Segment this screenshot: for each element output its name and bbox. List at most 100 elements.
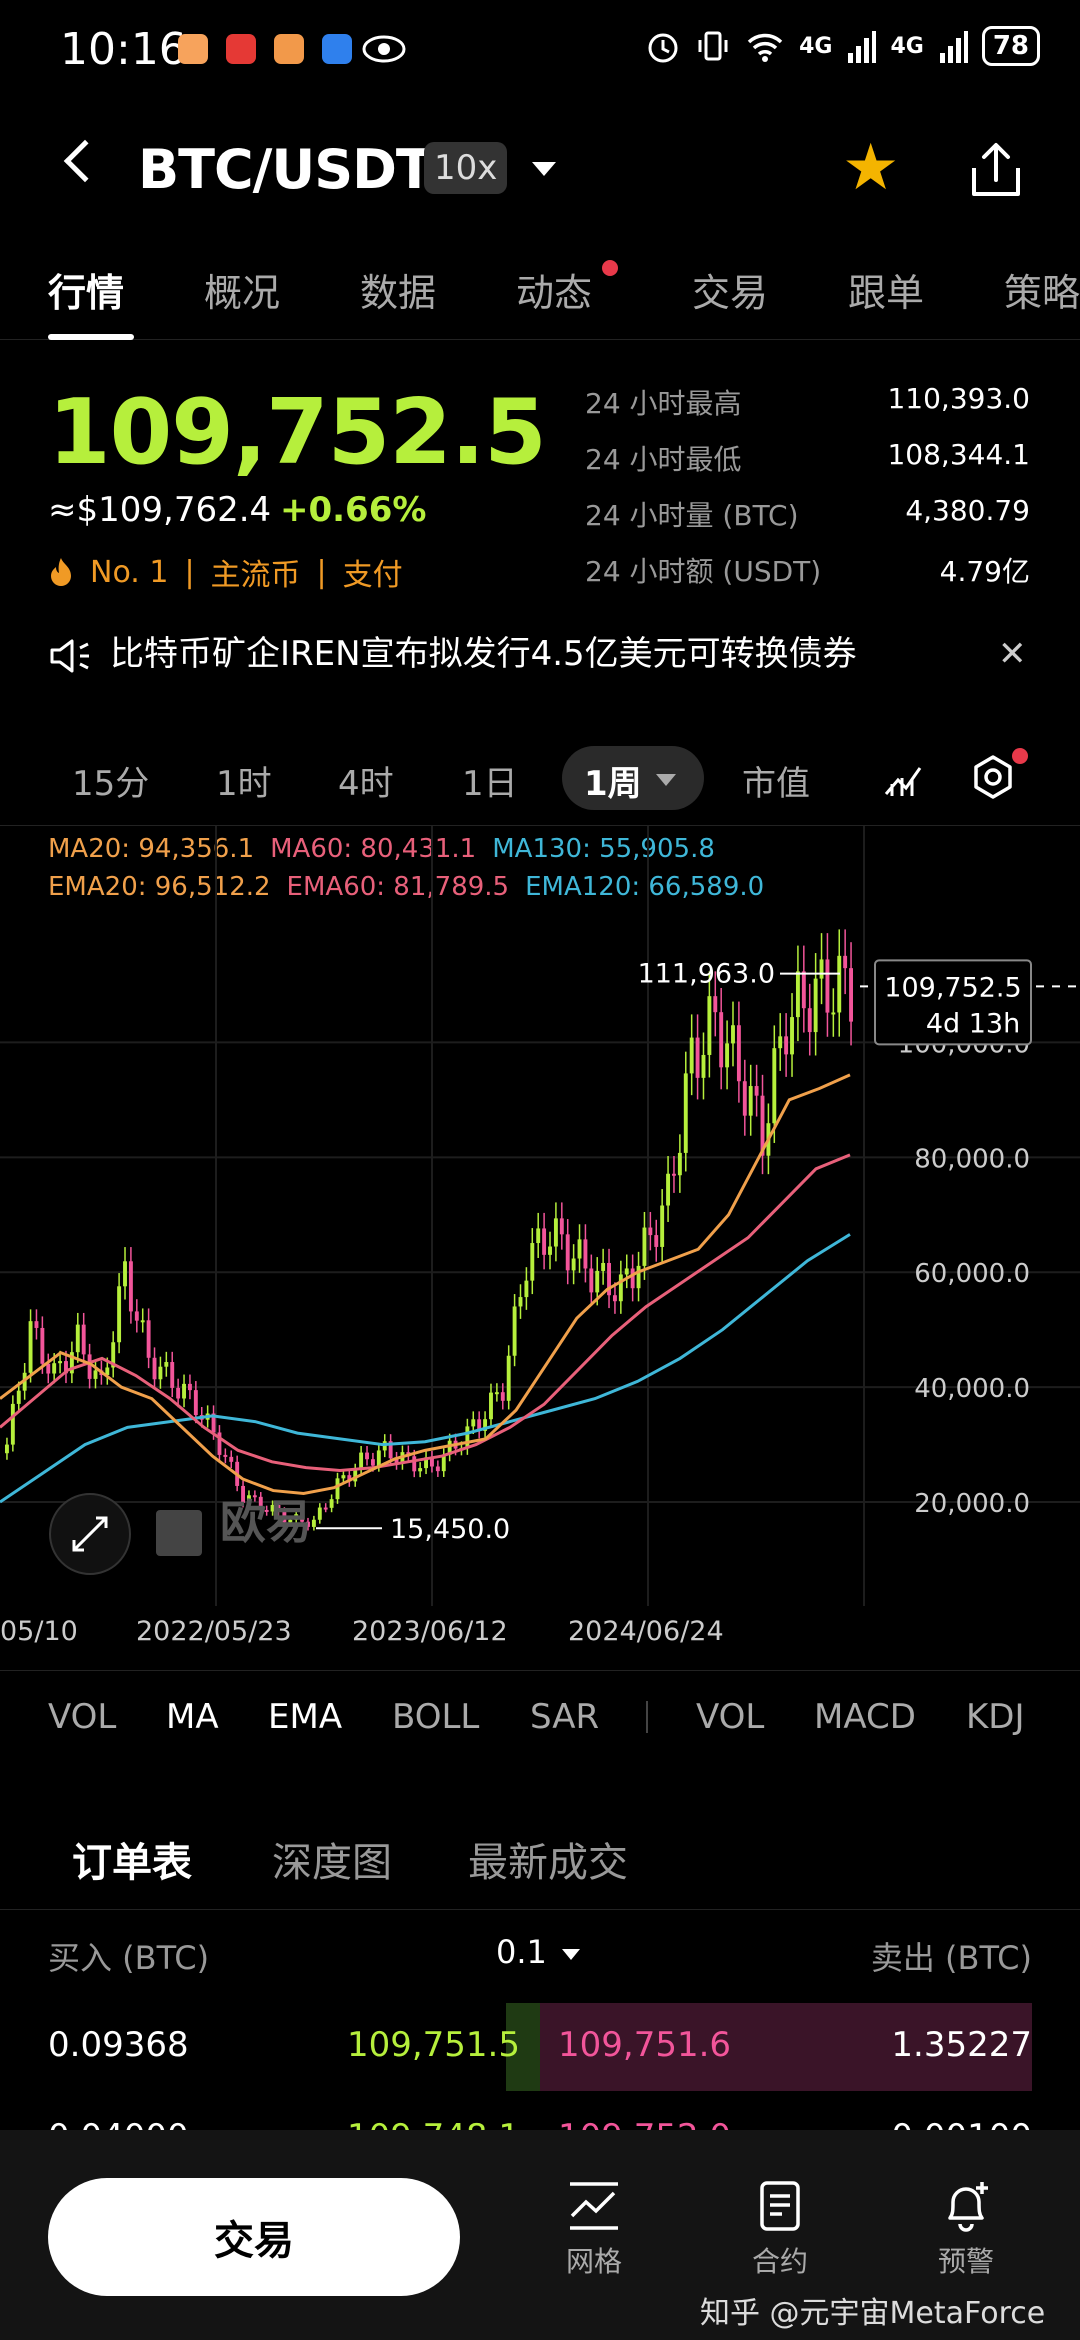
fire-icon — [51, 558, 71, 586]
candle-body — [595, 1270, 600, 1293]
candle-body — [412, 1456, 417, 1472]
indicator-sar[interactable]: SAR — [530, 1697, 599, 1737]
settings-icon[interactable] — [970, 754, 1016, 800]
indicator-vol[interactable]: VOL — [48, 1697, 116, 1737]
orderbook-header: 买入 (BTC) 0.1 卖出 (BTC) — [0, 1925, 1080, 1985]
chevron-down-icon[interactable] — [562, 1949, 580, 1960]
kline-chart[interactable]: MA20: 94,356.1 MA60: 80,431.1 MA130: 55,… — [0, 825, 1080, 1675]
y-tick-label: 80,000.0 — [914, 1144, 1030, 1174]
alert-button[interactable]: 预警 — [906, 2180, 1026, 2280]
tab-overview[interactable]: 概况 — [204, 262, 280, 317]
close-icon[interactable]: ✕ — [998, 634, 1027, 674]
candle-body — [654, 1235, 659, 1247]
back-icon[interactable] — [63, 139, 107, 183]
category-tag[interactable]: 支付 — [343, 550, 403, 594]
news-banner[interactable]: 比特币矿企IREN宣布拟发行4.5亿美元可转换债券 ✕ — [0, 610, 1080, 700]
stat-label: 24 小时量 (BTC) — [585, 499, 799, 532]
indicator-kdj[interactable]: KDJ — [966, 1697, 1025, 1737]
tab-copy[interactable]: 跟单 — [848, 262, 924, 317]
stat-value: 108,344.1 — [887, 438, 1030, 471]
wifi-icon — [747, 33, 783, 62]
candle-body — [81, 1324, 86, 1355]
chart-canvas[interactable]: 20,000.040,000.060,000.080,000.0100,000.… — [0, 826, 1080, 1606]
candle-body — [553, 1218, 558, 1247]
candle-body — [748, 1086, 753, 1116]
indicator-boll[interactable]: BOLL — [392, 1697, 479, 1737]
candle-body — [707, 996, 712, 1055]
ask-price[interactable]: 109,751.6 — [558, 2025, 731, 2065]
tab-depth[interactable]: 深度图 — [272, 1830, 392, 1888]
timeframe-1w[interactable]: 1周 — [584, 756, 642, 805]
tab-data[interactable]: 数据 — [360, 262, 436, 317]
candle-body — [223, 1454, 228, 1457]
grid-button[interactable]: 网格 — [534, 2180, 654, 2280]
chevron-down-icon[interactable] — [532, 162, 556, 176]
indicator-selector: VOL MA EMA BOLL SAR VOL MACD KDJ — [0, 1670, 1080, 1760]
candle-body — [40, 1327, 45, 1364]
timeframe-1h[interactable]: 1时 — [216, 756, 272, 805]
indicator-ma[interactable]: MA — [166, 1697, 219, 1737]
candle-body — [784, 1036, 789, 1055]
category-tag[interactable]: 主流币 — [211, 550, 301, 594]
battery-indicator: 78 — [981, 26, 1040, 66]
candle-body — [34, 1321, 39, 1328]
stat-row: 24 小时最高 110,393.0 — [585, 382, 1030, 438]
pair-title[interactable]: BTC/USDT — [138, 138, 433, 201]
share-icon[interactable] — [968, 140, 1024, 200]
timeframe-4h[interactable]: 4时 — [338, 756, 394, 805]
candle-body — [754, 1086, 759, 1096]
timeframe-15m[interactable]: 15分 — [72, 756, 149, 805]
candle-body — [618, 1274, 623, 1302]
grid-label: 网格 — [565, 2245, 622, 2278]
y-tick-label: 20,000.0 — [914, 1489, 1030, 1519]
candle-body — [46, 1363, 51, 1374]
bid-price[interactable]: 109,751.5 — [347, 2025, 520, 2065]
candle-body — [630, 1268, 635, 1289]
candle-body — [719, 1012, 724, 1068]
tab-trade[interactable]: 交易 — [692, 262, 768, 317]
stat-label: 24 小时最高 — [585, 387, 742, 420]
candle-body — [660, 1205, 665, 1247]
x-tick-label: 2023/06/12 — [352, 1616, 508, 1647]
orderbook-row[interactable]: 0.09368 109,751.5 109,751.6 1.35227 — [0, 2003, 1080, 2091]
news-text[interactable]: 比特币矿企IREN宣布拟发行4.5亿美元可转换债券 — [110, 626, 857, 675]
chart-type-icon[interactable] — [882, 756, 926, 800]
indicator-ema[interactable]: EMA — [268, 1697, 342, 1737]
indicator-sub-vol[interactable]: VOL — [696, 1697, 764, 1737]
contract-button[interactable]: 合约 — [720, 2180, 840, 2280]
tab-news[interactable]: 动态 — [516, 262, 592, 317]
candle-body — [158, 1366, 163, 1380]
tab-orderbook[interactable]: 订单表 — [72, 1830, 192, 1888]
candle-body — [164, 1362, 169, 1367]
candle-body — [518, 1297, 523, 1307]
chevron-down-icon[interactable] — [656, 774, 676, 786]
alert-label: 预警 — [937, 2245, 994, 2278]
tab-strategy[interactable]: 策略 — [1004, 262, 1080, 317]
candle-body — [323, 1507, 328, 1510]
stat-value: 110,393.0 — [887, 382, 1030, 415]
timeframe-1d[interactable]: 1日 — [462, 756, 518, 805]
timeframe-market-cap[interactable]: 市值 — [742, 756, 810, 805]
network-type: 4G — [890, 33, 924, 59]
candle-body — [58, 1361, 63, 1364]
stat-row: 24 小时量 (BTC) 4,380.79 — [585, 494, 1030, 550]
candle-body — [577, 1239, 582, 1259]
tab-market[interactable]: 行情 — [48, 262, 124, 317]
candle-body — [311, 1519, 316, 1527]
ma20-line — [0, 1073, 851, 1495]
contract-label: 合约 — [751, 2245, 808, 2278]
candle-body — [52, 1363, 57, 1374]
precision-select[interactable]: 0.1 — [496, 1933, 547, 1971]
indicator-macd[interactable]: MACD — [814, 1697, 916, 1737]
tab-trades[interactable]: 最新成交 — [468, 1830, 628, 1888]
signal-icon — [848, 31, 877, 63]
candle-body — [10, 1403, 15, 1445]
candle-body — [489, 1392, 493, 1420]
candle-body — [601, 1262, 606, 1271]
trade-button[interactable]: 交易 — [48, 2178, 460, 2296]
leverage-badge[interactable]: 10x — [424, 142, 508, 194]
rank-tag[interactable]: No. 1 — [90, 555, 168, 590]
candle-body — [795, 971, 800, 1018]
status-right: 4G 4G 78 — [645, 26, 1040, 66]
star-icon[interactable]: ★ — [842, 136, 899, 200]
